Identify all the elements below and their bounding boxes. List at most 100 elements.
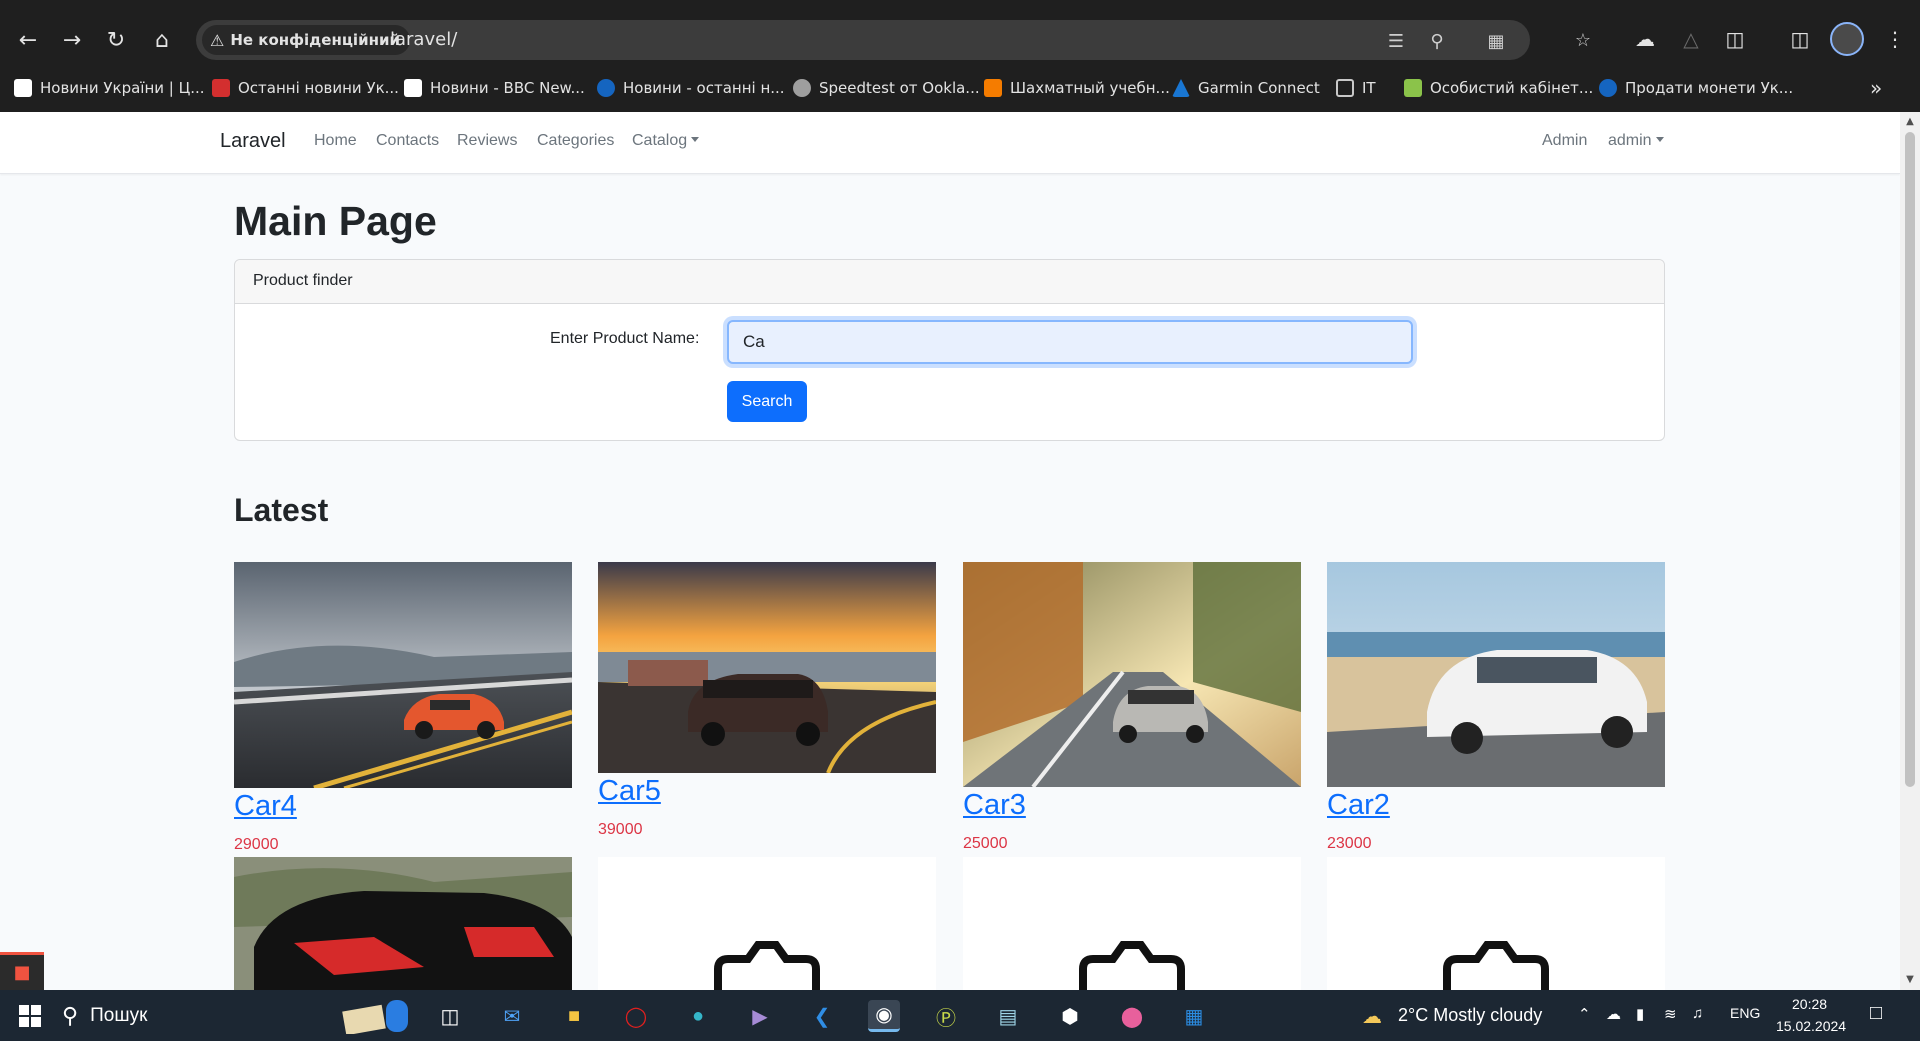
bookmark-item[interactable]: Продати монети Ук... xyxy=(1599,76,1793,100)
notes-app-icon[interactable]: ▤ xyxy=(992,1000,1024,1032)
battery-icon[interactable]: ▮ xyxy=(1636,1005,1644,1023)
browser-chrome: ← → ↻ ⌂ ⚠ Не конфіденційний laravel/ ▦ ⚲… xyxy=(0,0,1920,112)
favicon-icon xyxy=(984,79,1002,97)
app-icon[interactable]: Ⓟ xyxy=(930,1000,962,1032)
media-player-icon[interactable]: ▶ xyxy=(744,1000,776,1032)
navbar-brand[interactable]: Laravel xyxy=(220,130,286,153)
menu-kebab-icon[interactable]: ⋮ xyxy=(1880,24,1910,54)
bookmark-item[interactable]: Speedtest от Ookla... xyxy=(793,76,980,100)
more-bookmarks-icon[interactable]: » xyxy=(1870,76,1882,100)
opera-icon[interactable]: ◯ xyxy=(620,1000,652,1032)
nav-admin[interactable]: Admin xyxy=(1542,132,1587,150)
page-scrollbar[interactable]: ▲ ▼ xyxy=(1900,112,1920,990)
bookmark-item[interactable]: Новини України | Ц... xyxy=(14,76,205,100)
network-icon[interactable]: ≋ xyxy=(1664,1005,1677,1023)
laravel-debugbar-icon[interactable]: ■ xyxy=(0,952,44,990)
nav-contacts[interactable]: Contacts xyxy=(376,132,439,150)
camera-icon xyxy=(1443,941,1549,990)
product-card: Car3 25000 xyxy=(963,562,1301,853)
extensions-puzzle-icon[interactable]: ◫ xyxy=(1720,24,1750,54)
favicon-icon xyxy=(793,79,811,97)
product-name-input[interactable] xyxy=(727,320,1413,364)
security-chip[interactable]: ⚠ Не конфіденційний xyxy=(202,25,410,55)
url-text[interactable]: laravel/ xyxy=(390,29,457,50)
weather-icon[interactable]: ☁ xyxy=(1356,1000,1388,1032)
translate-icon[interactable]: ▦ xyxy=(1484,29,1508,53)
notifications-icon[interactable]: □ xyxy=(1870,1002,1882,1025)
product-image[interactable] xyxy=(234,857,572,990)
product-name-label: Enter Product Name: xyxy=(550,330,700,347)
side-panel-icon[interactable]: ◫ xyxy=(1785,24,1815,54)
nav-home[interactable]: Home xyxy=(314,132,357,150)
scroll-down-icon[interactable]: ▼ xyxy=(1904,974,1916,986)
cloud-extension-icon[interactable]: ☁ xyxy=(1630,24,1660,54)
translate-page-icon[interactable]: ☰ xyxy=(1384,29,1408,53)
search-highlight-icon[interactable] xyxy=(340,1000,420,1034)
windows-start-icon[interactable] xyxy=(14,1000,46,1032)
forward-icon[interactable]: → xyxy=(54,22,90,58)
language-indicator[interactable]: ENG xyxy=(1730,1005,1760,1021)
product-image[interactable] xyxy=(1327,562,1665,787)
bookmark-item[interactable]: Останні новини Ук... xyxy=(212,76,399,100)
product-price: 29000 xyxy=(234,836,279,853)
favicon-icon xyxy=(14,79,32,97)
photos-icon[interactable]: ▦ xyxy=(1178,1000,1210,1032)
browser-toolbar: ← → ↻ ⌂ ⚠ Не конфіденційний laravel/ ▦ ⚲… xyxy=(0,0,1920,78)
product-price: 25000 xyxy=(963,835,1008,852)
user-dropdown[interactable]: admin xyxy=(1608,132,1664,150)
scroll-up-icon[interactable]: ▲ xyxy=(1904,116,1916,128)
nav-categories[interactable]: Categories xyxy=(537,132,614,150)
edge-icon[interactable]: ● xyxy=(682,1000,714,1032)
scroll-thumb[interactable] xyxy=(1905,132,1915,787)
vscode-icon[interactable]: ❮ xyxy=(806,1000,838,1032)
nav-catalog-dropdown[interactable]: Catalog xyxy=(632,132,699,150)
home-icon[interactable]: ⌂ xyxy=(144,22,180,58)
bookmark-item[interactable]: Новини - BBC New... xyxy=(404,76,585,100)
favicon-icon xyxy=(1404,79,1422,97)
product-link[interactable]: Car2 xyxy=(1327,787,1665,823)
reload-icon[interactable]: ↻ xyxy=(98,22,134,58)
chrome-icon[interactable]: ◉ xyxy=(868,1000,900,1032)
address-bar[interactable]: ⚠ Не конфіденційний laravel/ ▦ ⚲ ☰ xyxy=(196,20,1530,60)
bookmark-folder[interactable]: IT xyxy=(1336,76,1376,100)
dev-tool-icon[interactable]: ⬢ xyxy=(1054,1000,1086,1032)
favicon-icon xyxy=(597,79,615,97)
file-explorer-icon[interactable]: ■ xyxy=(558,1000,590,1032)
bookmark-item[interactable]: Особистий кабінет... xyxy=(1404,76,1593,100)
weather-text[interactable]: 2°C Mostly cloudy xyxy=(1398,1005,1542,1026)
product-image[interactable] xyxy=(234,562,572,788)
warning-icon: ⚠ xyxy=(210,30,225,50)
product-image[interactable] xyxy=(598,562,936,773)
bookmark-item[interactable]: Шахматный учебн... xyxy=(984,76,1170,100)
camera-icon xyxy=(714,941,820,990)
product-finder-card: Product finder Enter Product Name: Searc… xyxy=(234,259,1665,441)
task-view-icon[interactable]: ◫ xyxy=(434,1000,466,1032)
clock-time[interactable]: 20:28 xyxy=(1792,996,1827,1012)
bookmark-star-icon[interactable]: ☆ xyxy=(1571,28,1595,52)
folder-icon xyxy=(1336,79,1354,97)
profile-avatar[interactable] xyxy=(1830,22,1864,56)
back-icon[interactable]: ← xyxy=(10,22,46,58)
zoom-icon[interactable]: ⚲ xyxy=(1425,29,1449,53)
onedrive-icon[interactable]: ☁ xyxy=(1606,1005,1621,1023)
product-image[interactable] xyxy=(963,562,1301,787)
volume-icon[interactable]: ♫ xyxy=(1692,1005,1703,1022)
product-link[interactable]: Car4 xyxy=(234,788,572,824)
latest-heading: Latest xyxy=(234,492,329,528)
bookmarks-bar: Новини України | Ц... Останні новини Ук.… xyxy=(0,70,1920,106)
windows-taskbar: ⚲ Пошук ◫ ✉ ■ ◯ ● ▶ ❮ ◉ Ⓟ ▤ ⬢ ⬤ ▦ ☁ 2°C … xyxy=(0,990,1920,1041)
bookmark-item[interactable]: Новини - останні н... xyxy=(597,76,785,100)
product-price: 23000 xyxy=(1327,835,1372,852)
extension-icon[interactable]: △ xyxy=(1676,24,1706,54)
camera-icon xyxy=(1079,941,1185,990)
product-link[interactable]: Car3 xyxy=(963,787,1301,823)
search-button[interactable]: Search xyxy=(727,381,807,422)
product-link[interactable]: Car5 xyxy=(598,773,936,809)
tray-chevron-icon[interactable]: ⌃ xyxy=(1578,1005,1591,1023)
bookmark-item[interactable]: Garmin Connect xyxy=(1172,76,1320,100)
no-image-placeholder xyxy=(963,857,1301,990)
paint-app-icon[interactable]: ⬤ xyxy=(1116,1000,1148,1032)
mail-icon[interactable]: ✉ xyxy=(496,1000,528,1032)
nav-reviews[interactable]: Reviews xyxy=(457,132,517,150)
clock-date[interactable]: 15.02.2024 xyxy=(1776,1018,1846,1034)
